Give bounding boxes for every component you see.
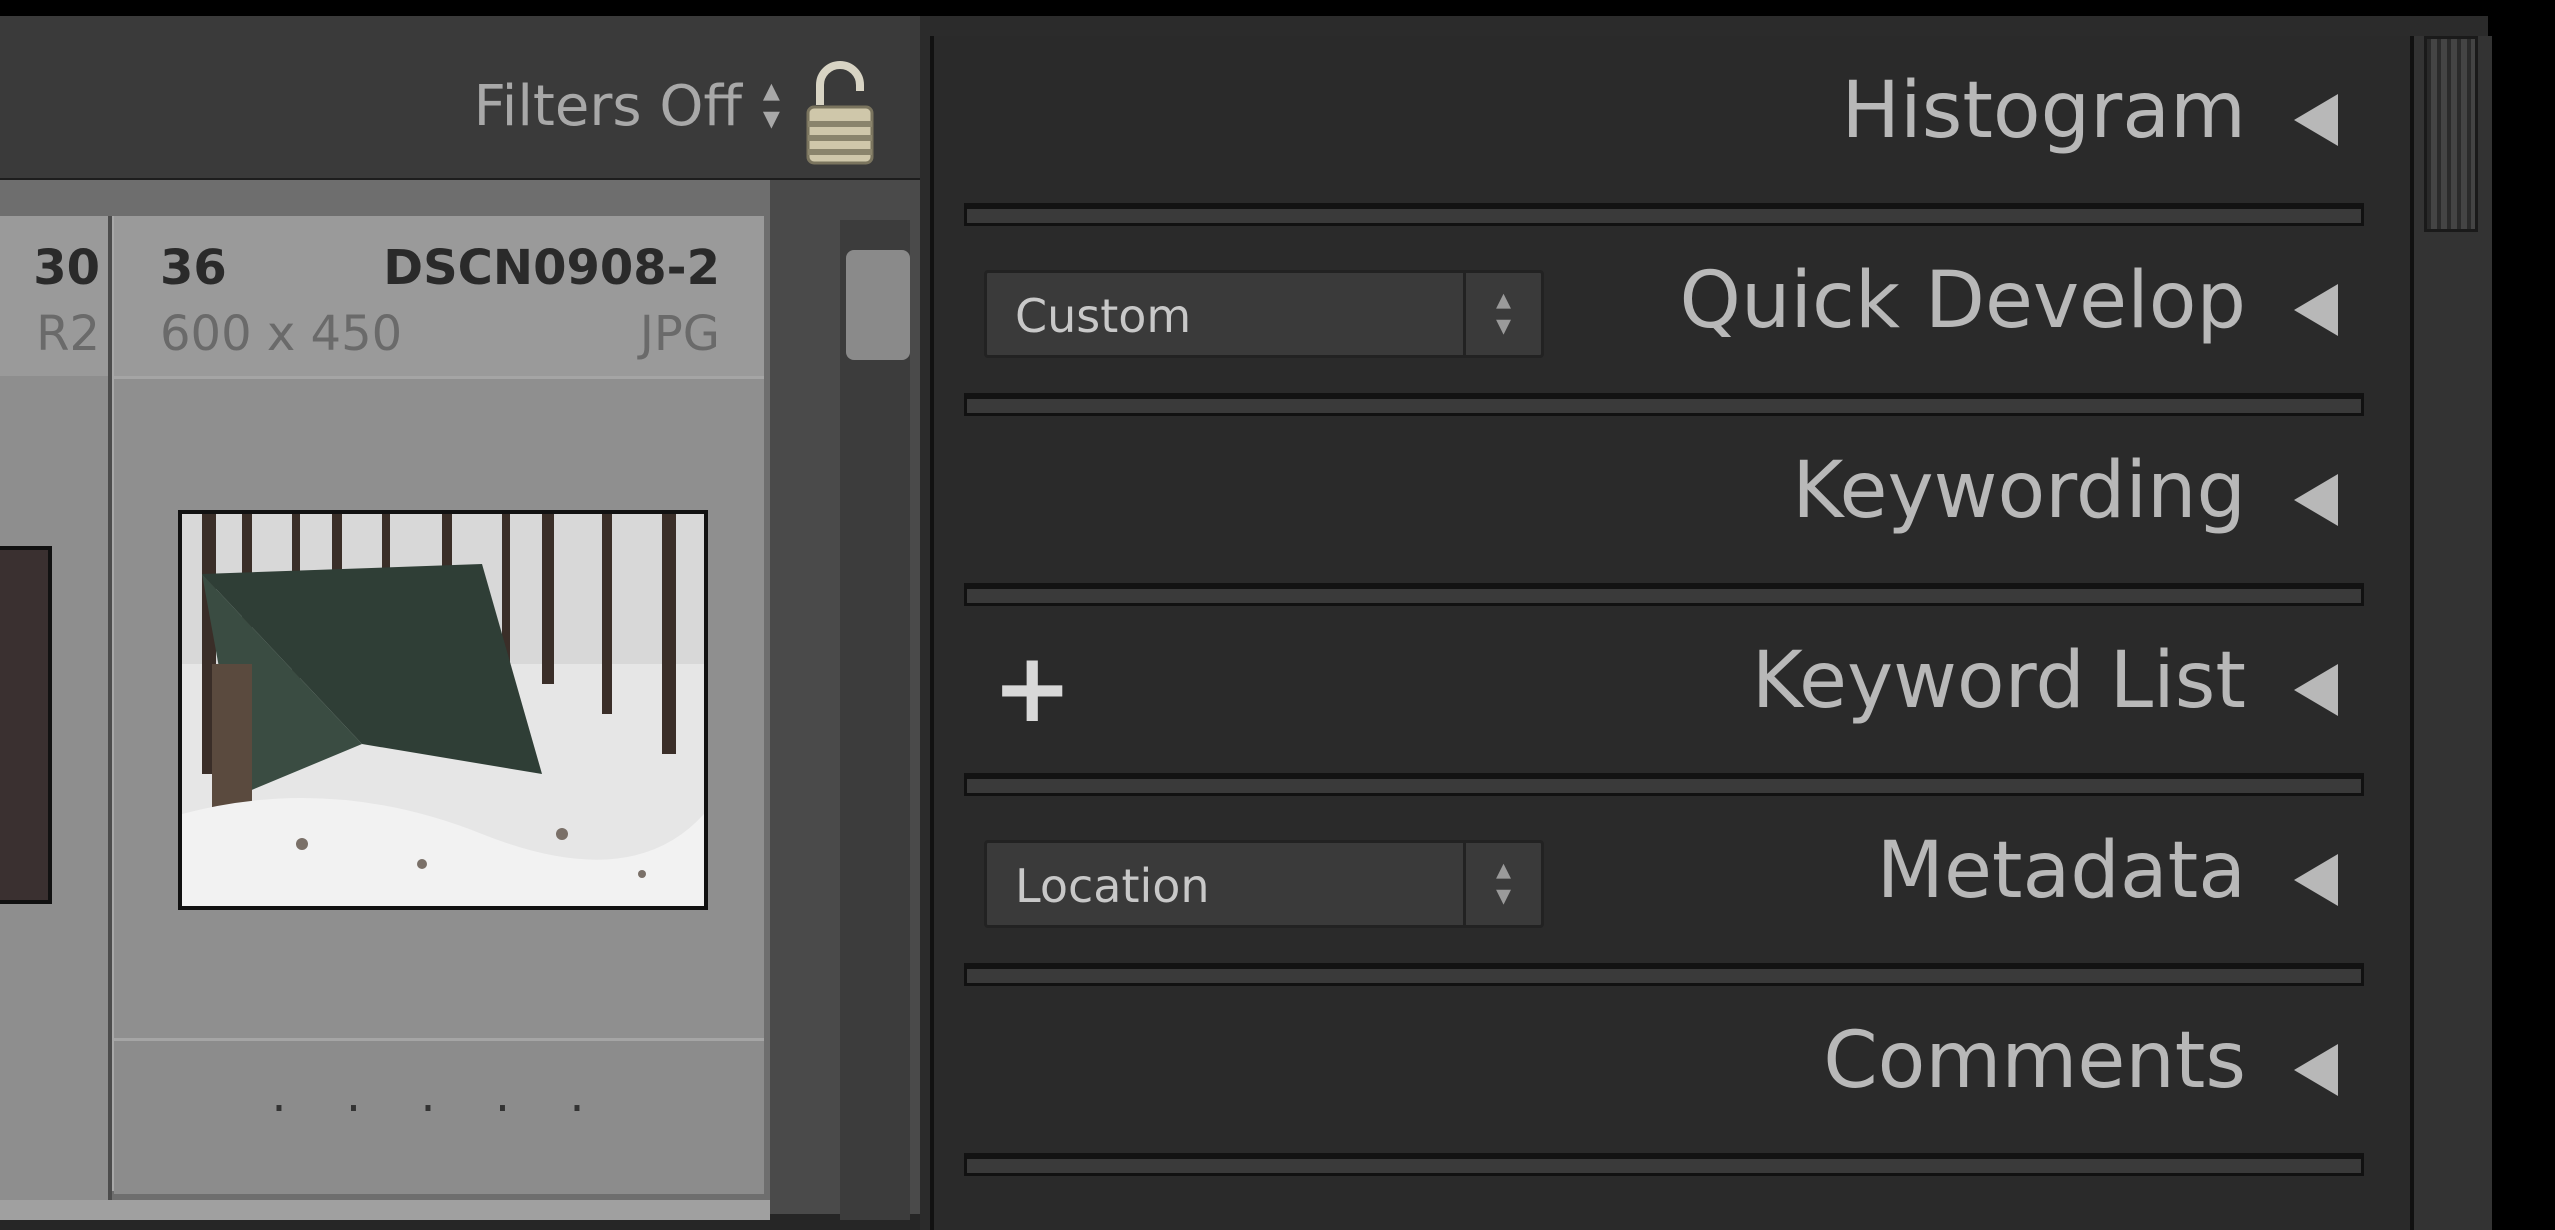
next-row-edge	[0, 1200, 770, 1220]
photo-thumbnail[interactable]	[178, 510, 708, 910]
preset-select-value: Custom	[1015, 289, 1192, 343]
cell-index: 36	[160, 240, 227, 296]
section-title[interactable]: Keyword List	[1752, 636, 2246, 726]
section-comments[interactable]: Comments	[934, 986, 2414, 1176]
cell-footer: · · · · ·	[114, 1038, 764, 1194]
cell-filetype-partial: R2	[36, 306, 100, 362]
section-title[interactable]: Quick Develop	[1680, 256, 2246, 346]
cell-filetype: JPG	[639, 306, 720, 362]
cell-header-partial: 30 R2	[0, 216, 108, 376]
panel-scroll-grip[interactable]	[2424, 36, 2478, 232]
section-divider	[964, 393, 2364, 416]
metadata-view-value: Location	[1015, 859, 1210, 913]
section-quick-develop[interactable]: Custom ▴ ▾ Quick Develop	[934, 226, 2414, 416]
section-title[interactable]: Keywording	[1792, 446, 2246, 536]
cell-header: 36 DSCN0908-2 600 x 450 JPG	[114, 216, 764, 379]
lock-icon[interactable]	[804, 61, 876, 167]
cell-index-partial: 30	[33, 240, 100, 296]
section-metadata[interactable]: Location ▴ ▾ Metadata	[934, 796, 2414, 986]
section-divider	[964, 1153, 2364, 1176]
filters-arrows-icon[interactable]: ▴ ▾	[763, 73, 780, 135]
section-divider	[964, 583, 2364, 606]
cell-filename: DSCN0908-2	[383, 240, 720, 296]
section-histogram[interactable]: Histogram	[934, 36, 2414, 226]
section-title[interactable]: Comments	[1823, 1016, 2246, 1106]
collapse-triangle-icon[interactable]	[2294, 1044, 2338, 1096]
stepper-arrows-icon[interactable]: ▴ ▾	[1463, 273, 1541, 355]
plus-icon[interactable]: +	[992, 640, 1072, 736]
collapse-triangle-icon[interactable]	[2294, 664, 2338, 716]
section-keyword-list[interactable]: + Keyword List	[934, 606, 2414, 796]
filter-bar: Filters Off ▴ ▾	[0, 16, 920, 184]
preset-select[interactable]: Custom ▴ ▾	[984, 270, 1544, 358]
section-divider	[964, 203, 2364, 226]
collapse-triangle-icon[interactable]	[2294, 474, 2338, 526]
stepper-arrows-icon[interactable]: ▴ ▾	[1463, 843, 1541, 925]
grid-scrollbar[interactable]	[770, 180, 920, 1220]
right-panel: Histogram Custom ▴ ▾ Quick Develop Keywor…	[930, 36, 2414, 1230]
cell-dimensions: 600 x 450	[160, 306, 403, 362]
collapse-triangle-icon[interactable]	[2294, 94, 2338, 146]
section-divider	[964, 963, 2364, 986]
grid-cell-partial[interactable]: 30 R2	[0, 216, 112, 1216]
grid-cell[interactable]: 36 DSCN0908-2 600 x 450 JPG · · · · ·	[112, 216, 764, 1194]
metadata-view-select[interactable]: Location ▴ ▾	[984, 840, 1544, 928]
collapse-triangle-icon[interactable]	[2294, 854, 2338, 906]
thumbnail-partial[interactable]	[0, 546, 52, 904]
scrollbar-thumb[interactable]	[846, 250, 910, 360]
section-title[interactable]: Metadata	[1877, 826, 2246, 916]
section-divider	[964, 773, 2364, 796]
panel-scrollbar[interactable]	[2410, 36, 2492, 1230]
section-title[interactable]: Histogram	[1841, 66, 2246, 156]
section-keywording[interactable]: Keywording	[934, 416, 2414, 606]
scrollbar-track[interactable]	[840, 220, 910, 1220]
collapse-triangle-icon[interactable]	[2294, 284, 2338, 336]
rating-stars[interactable]: · · · · ·	[114, 1081, 764, 1137]
thumbnail-grid: 30 R2 36 DSCN0908-2 600 x 450 JPG · · · …	[0, 180, 770, 1220]
filters-dropdown[interactable]: Filters Off	[474, 74, 742, 139]
